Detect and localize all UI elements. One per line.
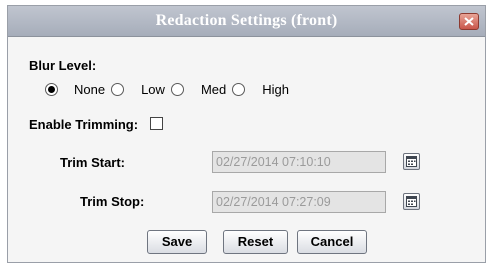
blur-level-radio-group: None Low Med High [45, 80, 295, 98]
calendar-icon [406, 196, 417, 207]
reset-button[interactable]: Reset [223, 230, 288, 254]
cancel-button[interactable]: Cancel [297, 230, 367, 254]
dialog-title-bar[interactable]: Redaction Settings (front) [8, 6, 485, 37]
blur-level-label: Blur Level: [29, 58, 97, 73]
radio-none[interactable] [45, 82, 58, 96]
calendar-icon [406, 156, 417, 167]
radio-low-label: Low [141, 81, 165, 97]
radio-med-label: Med [200, 81, 227, 97]
close-button[interactable] [459, 13, 479, 30]
radio-med[interactable] [170, 82, 184, 96]
close-icon [464, 17, 474, 26]
trim-start-field[interactable]: 02/27/2014 07:10:10 [212, 151, 386, 173]
trim-stop-field[interactable]: 02/27/2014 07:27:09 [212, 191, 386, 213]
enable-trimming-label: Enable Trimming: [29, 117, 139, 132]
trim-stop-calendar-button[interactable] [403, 193, 420, 210]
radio-high[interactable] [232, 82, 246, 96]
radio-none-label: None [74, 81, 106, 97]
trim-start-label: Trim Start: [60, 155, 126, 170]
radio-high-label: High [262, 81, 289, 97]
enable-trimming-checkbox[interactable] [150, 117, 163, 130]
trim-start-calendar-button[interactable] [403, 153, 420, 170]
save-button[interactable]: Save [147, 230, 207, 254]
trim-stop-label: Trim Stop: [80, 194, 145, 209]
dialog-title: Redaction Settings (front) [155, 12, 338, 29]
radio-low[interactable] [111, 82, 125, 96]
redaction-settings-dialog: Redaction Settings (front) [7, 5, 486, 263]
